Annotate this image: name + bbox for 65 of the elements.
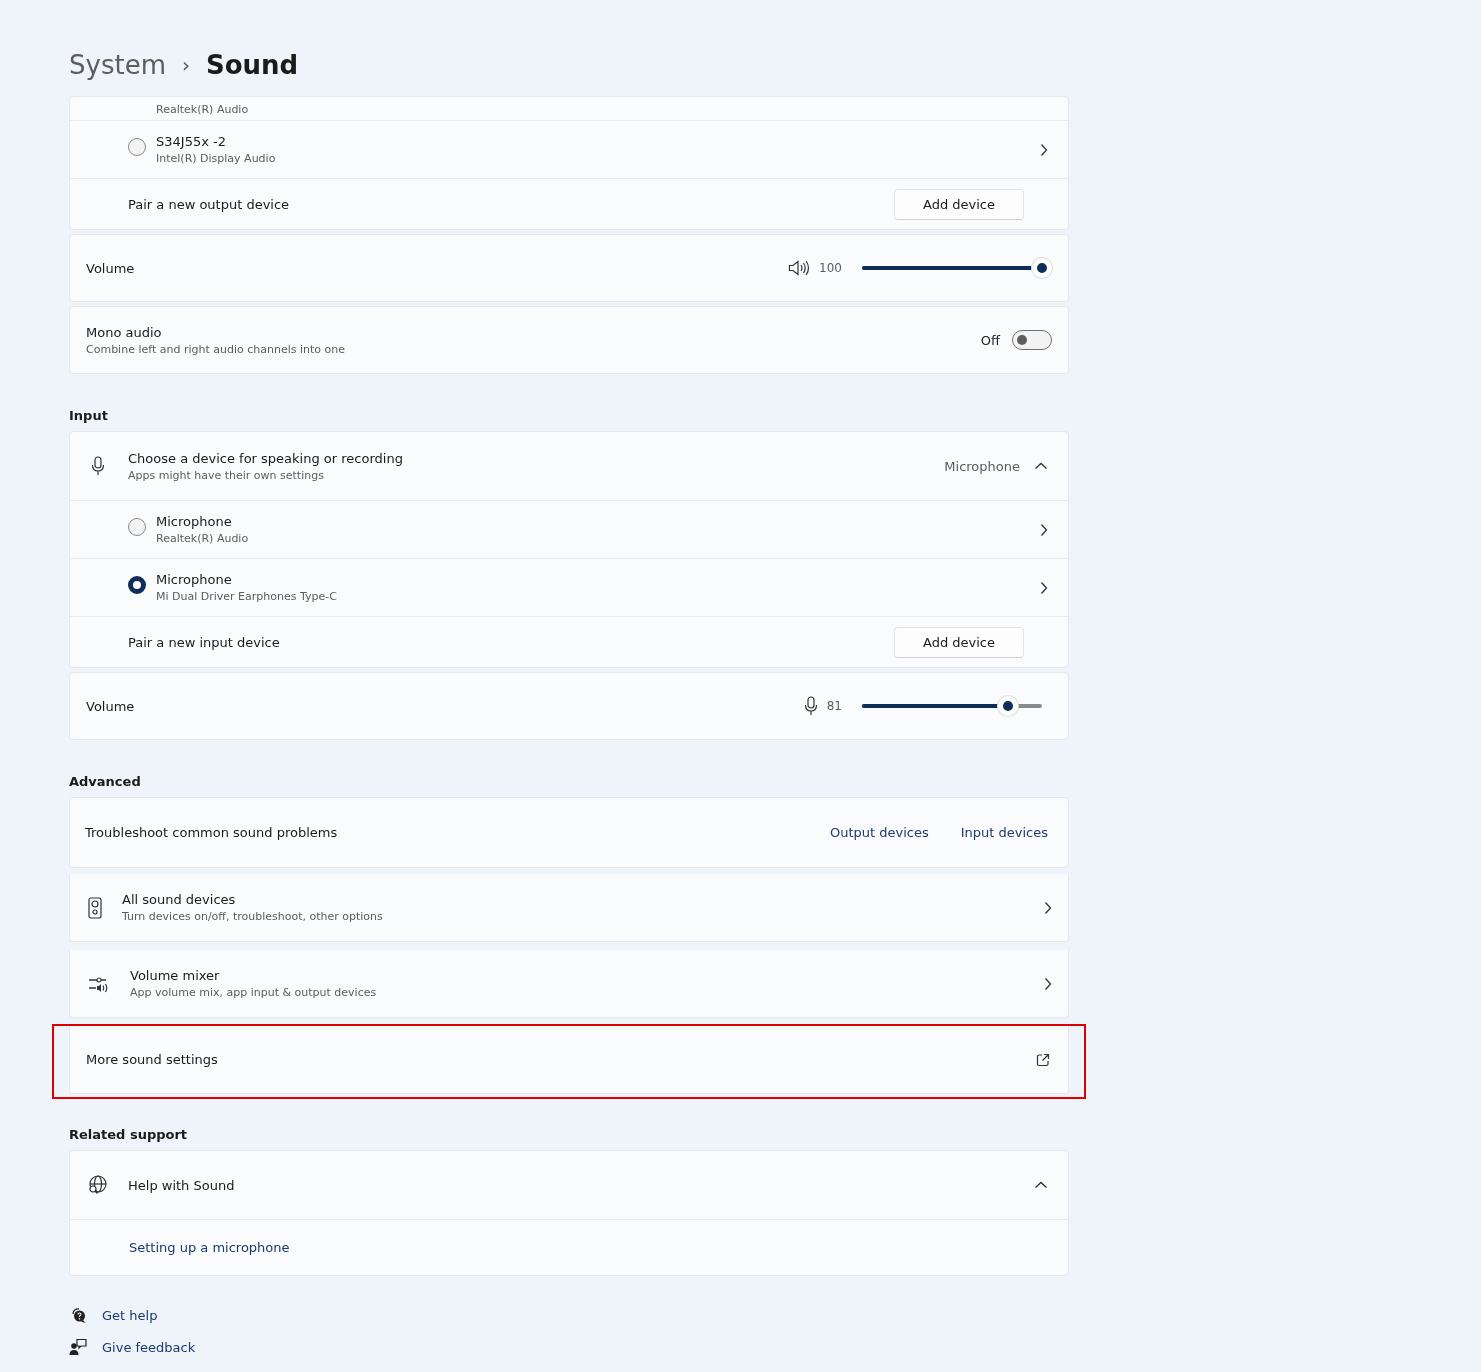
settings-link-card[interactable]: All sound devices Turn devices on/off, troubleshoot, other options [69,874,1069,942]
selected-device: Microphone [944,458,1020,474]
device-name: S34J55x -2 [156,134,227,149]
footer-link[interactable]: Give feedback [102,1339,196,1355]
section-heading: Advanced [69,774,142,789]
device-subtitle: Realtek(R) Audio [156,532,250,545]
volume-reading: 81 [826,699,842,713]
radio-button[interactable] [128,137,146,156]
setting-subtitle: App volume mix, app input & output devices [130,986,377,999]
radio-button[interactable] [128,575,146,594]
setting-title: All sound devices [122,892,237,907]
breadcrumb-parent[interactable]: System [69,50,166,80]
help-link[interactable]: Setting up a microphone [129,1240,290,1255]
slider-thumb[interactable] [1032,258,1052,278]
device-row[interactable]: Microphone Realtek(R) Audio [70,500,1068,558]
device-name: Microphone [156,514,233,529]
device-name: Microphone [156,572,233,587]
microphone-icon [803,696,818,716]
breadcrumb-separator: › [181,53,190,77]
add-device-button[interactable]: Add device [894,188,1024,220]
chevron-up-icon[interactable] [1034,462,1048,470]
radio-button[interactable] [128,517,146,536]
setting-subtitle: Combine left and right audio channels into one [86,342,346,356]
toggle-switch[interactable] [1012,330,1052,350]
setting-subtitle: Turn devices on/off, troubleshoot, other options [122,910,383,923]
settings-link-card[interactable]: More sound settings [69,1026,1069,1094]
device-chooser-row[interactable]: Choose a device for speaking or recording Apps might have their own settings Microphone [70,432,1068,500]
globe-icon [87,1175,109,1195]
help-header-row[interactable]: Help with Sound [70,1151,1068,1219]
chevron-right-icon [1040,522,1048,537]
footer-link[interactable]: Get help [102,1307,158,1323]
setting-title: Mono audio [86,324,163,340]
troubleshoot-link[interactable]: Input devices [960,825,1048,840]
volume-reading: 100 [819,261,842,275]
volume-label: Volume [85,698,135,714]
setting-title: More sound settings [86,1052,218,1067]
speaker-icon [88,896,102,919]
volume-label: Volume [85,260,135,276]
chooser-title: Choose a device for speaking or recording [128,450,404,466]
section-heading: Related support [69,1127,189,1142]
pair-label: Pair a new output device [128,196,290,212]
device-subtitle: Mi Dual Driver Earphones Type-C [156,590,338,603]
settings-link-card[interactable]: Volume mixer App volume mix, app input & output devices [69,950,1069,1018]
chevron-up-icon[interactable] [1034,1181,1048,1189]
device-row[interactable]: Microphone Mi Dual Driver Earphones Type-C [70,558,1068,616]
slider-thumb[interactable] [997,696,1018,716]
mixer-icon [88,974,110,993]
add-device-button[interactable]: Add device [894,626,1024,658]
chooser-subtitle: Apps might have their own settings [128,468,325,482]
help-chat-icon [69,1306,87,1324]
toggle-state: Off [980,332,1000,348]
chevron-right-icon [1040,580,1048,595]
device-subtitle: Realtek(R) Audio [156,103,249,116]
pair-label: Pair a new input device [128,634,280,650]
device-row[interactable]: S34J55x -2 Intel(R) Display Audio [70,120,1068,178]
device-subtitle: Intel(R) Display Audio [156,152,277,165]
setting-title: Volume mixer [130,968,221,983]
help-title: Help with Sound [128,1177,236,1193]
chevron-right-icon [1040,142,1048,157]
troubleshoot-label: Troubleshoot common sound problems [84,825,338,840]
troubleshoot-link[interactable]: Output devices [829,825,929,840]
speaker-icon [788,260,811,276]
page-title: Sound [205,50,299,80]
feedback-icon [69,1338,87,1356]
section-heading: Input [69,408,109,423]
